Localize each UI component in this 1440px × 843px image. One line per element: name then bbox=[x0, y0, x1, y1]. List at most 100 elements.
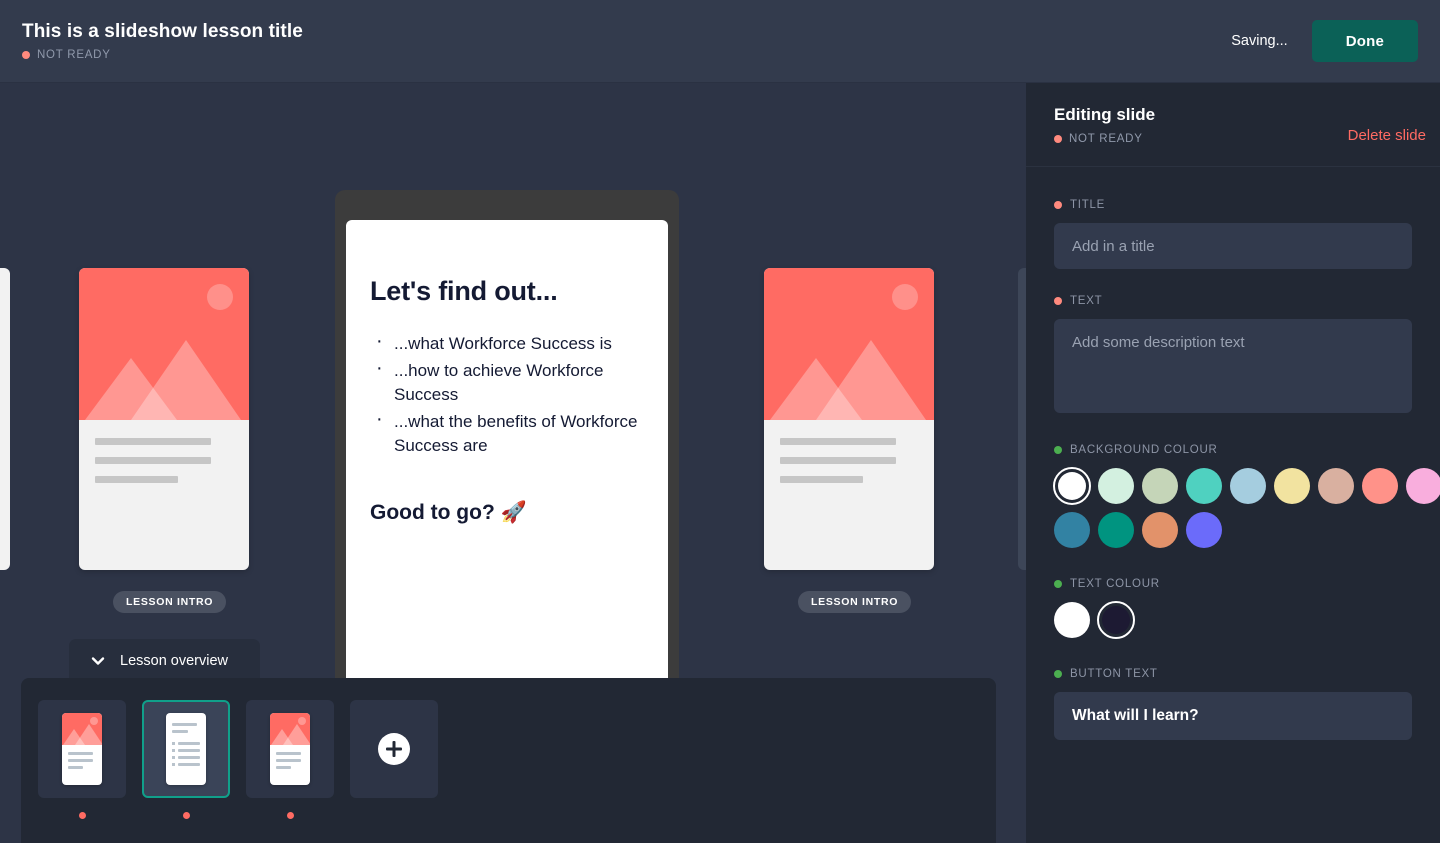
placeholder-line bbox=[276, 752, 301, 755]
editing-sidebar: Editing slide NOT READY Delete slide TIT… bbox=[1026, 83, 1440, 843]
delete-slide-button[interactable]: Delete slide bbox=[1348, 127, 1426, 144]
bullet-icon bbox=[172, 749, 175, 752]
background-swatch[interactable] bbox=[1098, 512, 1134, 548]
slide-closing-text: Good to go? 🚀 bbox=[370, 501, 527, 524]
sidebar-status-label: NOT READY bbox=[1069, 133, 1143, 145]
filmstrip-item-add bbox=[350, 700, 438, 843]
card-image-placeholder bbox=[79, 268, 249, 420]
bullet-icon bbox=[172, 742, 175, 745]
thumbnail-status-dot bbox=[286, 812, 294, 819]
thumbnail-text-placeholder bbox=[270, 745, 310, 769]
status-dot-icon bbox=[1054, 135, 1062, 143]
background-colour-label: BACKGROUND COLOUR bbox=[1054, 444, 1412, 456]
complete-dot-icon bbox=[1054, 446, 1062, 454]
slide-heading: Let's find out... bbox=[370, 276, 558, 306]
background-swatch-selected[interactable] bbox=[1053, 467, 1091, 505]
background-swatch[interactable] bbox=[1362, 468, 1398, 504]
required-dot-icon bbox=[1054, 297, 1062, 305]
filmstrip-item bbox=[246, 700, 334, 843]
background-swatch[interactable] bbox=[1098, 468, 1134, 504]
background-swatch[interactable] bbox=[1230, 468, 1266, 504]
placeholder-line bbox=[95, 476, 178, 483]
thumbnail-preview bbox=[166, 713, 206, 785]
placeholder-line bbox=[276, 759, 301, 762]
slide-filmstrip bbox=[21, 678, 996, 843]
slide-bullet: ...what the benefits of Workforce Succes… bbox=[370, 407, 644, 458]
slide-card-partial-left[interactable] bbox=[0, 268, 10, 570]
card-badge-previous: LESSON INTRO bbox=[113, 591, 227, 613]
lesson-overview-label: Lesson overview bbox=[120, 653, 228, 669]
plus-icon bbox=[378, 733, 410, 765]
placeholder-line bbox=[178, 763, 200, 766]
text-colour-swatch-selected[interactable] bbox=[1097, 601, 1135, 639]
placeholder-bullet-row bbox=[172, 763, 200, 766]
placeholder-line bbox=[780, 457, 896, 464]
placeholder-bullet-row bbox=[172, 742, 200, 745]
filmstrip-item bbox=[142, 700, 230, 843]
done-button[interactable]: Done bbox=[1311, 20, 1418, 62]
background-swatch[interactable] bbox=[1318, 468, 1354, 504]
lesson-status: NOT READY bbox=[22, 49, 303, 61]
slide-bullet-list: ...what Workforce Success is ...how to a… bbox=[370, 329, 644, 458]
slide-thumbnail-2[interactable] bbox=[142, 700, 230, 798]
placeholder-line bbox=[276, 766, 291, 769]
sidebar-title: Editing slide bbox=[1054, 105, 1156, 124]
top-bar-right: Saving... Done bbox=[1231, 20, 1418, 62]
complete-dot-icon bbox=[1054, 580, 1062, 588]
lesson-overview-tab[interactable]: Lesson overview bbox=[69, 639, 260, 683]
mountain-icon bbox=[75, 724, 102, 745]
button-text-input[interactable] bbox=[1054, 692, 1412, 740]
card-image-placeholder bbox=[764, 268, 934, 420]
slide-bullet: ...what Workforce Success is bbox=[370, 329, 644, 356]
slide-card-next[interactable] bbox=[764, 268, 934, 570]
placeholder-line bbox=[172, 723, 198, 726]
placeholder-line bbox=[68, 766, 83, 769]
placeholder-line bbox=[780, 476, 863, 483]
thumbnail-image-placeholder bbox=[62, 713, 102, 745]
background-swatch[interactable] bbox=[1142, 512, 1178, 548]
add-slide-button[interactable] bbox=[350, 700, 438, 798]
card-text-placeholder bbox=[79, 420, 249, 483]
text-colour-swatch[interactable] bbox=[1054, 602, 1090, 638]
slide-thumbnail-1[interactable] bbox=[38, 700, 126, 798]
status-dot-icon bbox=[22, 51, 30, 59]
chevron-down-icon bbox=[91, 657, 105, 665]
slide-card-previous[interactable] bbox=[79, 268, 249, 570]
text-label-text: TEXT bbox=[1070, 295, 1103, 307]
slideshow-editor: This is a slideshow lesson title NOT REA… bbox=[0, 0, 1440, 843]
background-swatch[interactable] bbox=[1406, 468, 1440, 504]
title-input[interactable] bbox=[1054, 223, 1412, 269]
sidebar-body: TITLE TEXT BACKGROUND COLOUR bbox=[1026, 167, 1440, 740]
placeholder-line bbox=[95, 457, 211, 464]
saving-indicator: Saving... bbox=[1231, 33, 1288, 49]
thumbnail-status-dot bbox=[182, 812, 190, 819]
filmstrip-item bbox=[38, 700, 126, 843]
thumbnail-text-placeholder bbox=[166, 713, 206, 766]
background-colour-label-text: BACKGROUND COLOUR bbox=[1070, 444, 1218, 456]
thumbnail-preview bbox=[62, 713, 102, 785]
background-swatch[interactable] bbox=[1274, 468, 1310, 504]
button-text-label-text: BUTTON TEXT bbox=[1070, 668, 1158, 680]
slide-card-partial-right[interactable] bbox=[1018, 268, 1026, 570]
text-colour-label-text: TEXT COLOUR bbox=[1070, 578, 1160, 590]
placeholder-line bbox=[68, 752, 93, 755]
card-badge-next: LESSON INTRO bbox=[798, 591, 912, 613]
placeholder-line bbox=[178, 742, 200, 745]
background-swatch[interactable] bbox=[1054, 512, 1090, 548]
card-text-placeholder bbox=[764, 420, 934, 483]
placeholder-line bbox=[95, 438, 211, 445]
background-swatch[interactable] bbox=[1186, 468, 1222, 504]
slide-thumbnail-3[interactable] bbox=[246, 700, 334, 798]
placeholder-bullet-row bbox=[172, 756, 200, 759]
slide-bullet: ...how to achieve Workforce Success bbox=[370, 356, 644, 407]
description-textarea[interactable] bbox=[1054, 319, 1412, 413]
placeholder-line bbox=[780, 438, 896, 445]
title-field-label: TITLE bbox=[1054, 199, 1412, 211]
sun-icon bbox=[892, 284, 918, 310]
top-bar-left: This is a slideshow lesson title NOT REA… bbox=[22, 21, 303, 61]
background-swatch[interactable] bbox=[1142, 468, 1178, 504]
placeholder-line bbox=[68, 759, 93, 762]
background-swatch[interactable] bbox=[1186, 512, 1222, 548]
thumbnail-text-placeholder bbox=[62, 745, 102, 769]
page-title: This is a slideshow lesson title bbox=[22, 21, 303, 42]
